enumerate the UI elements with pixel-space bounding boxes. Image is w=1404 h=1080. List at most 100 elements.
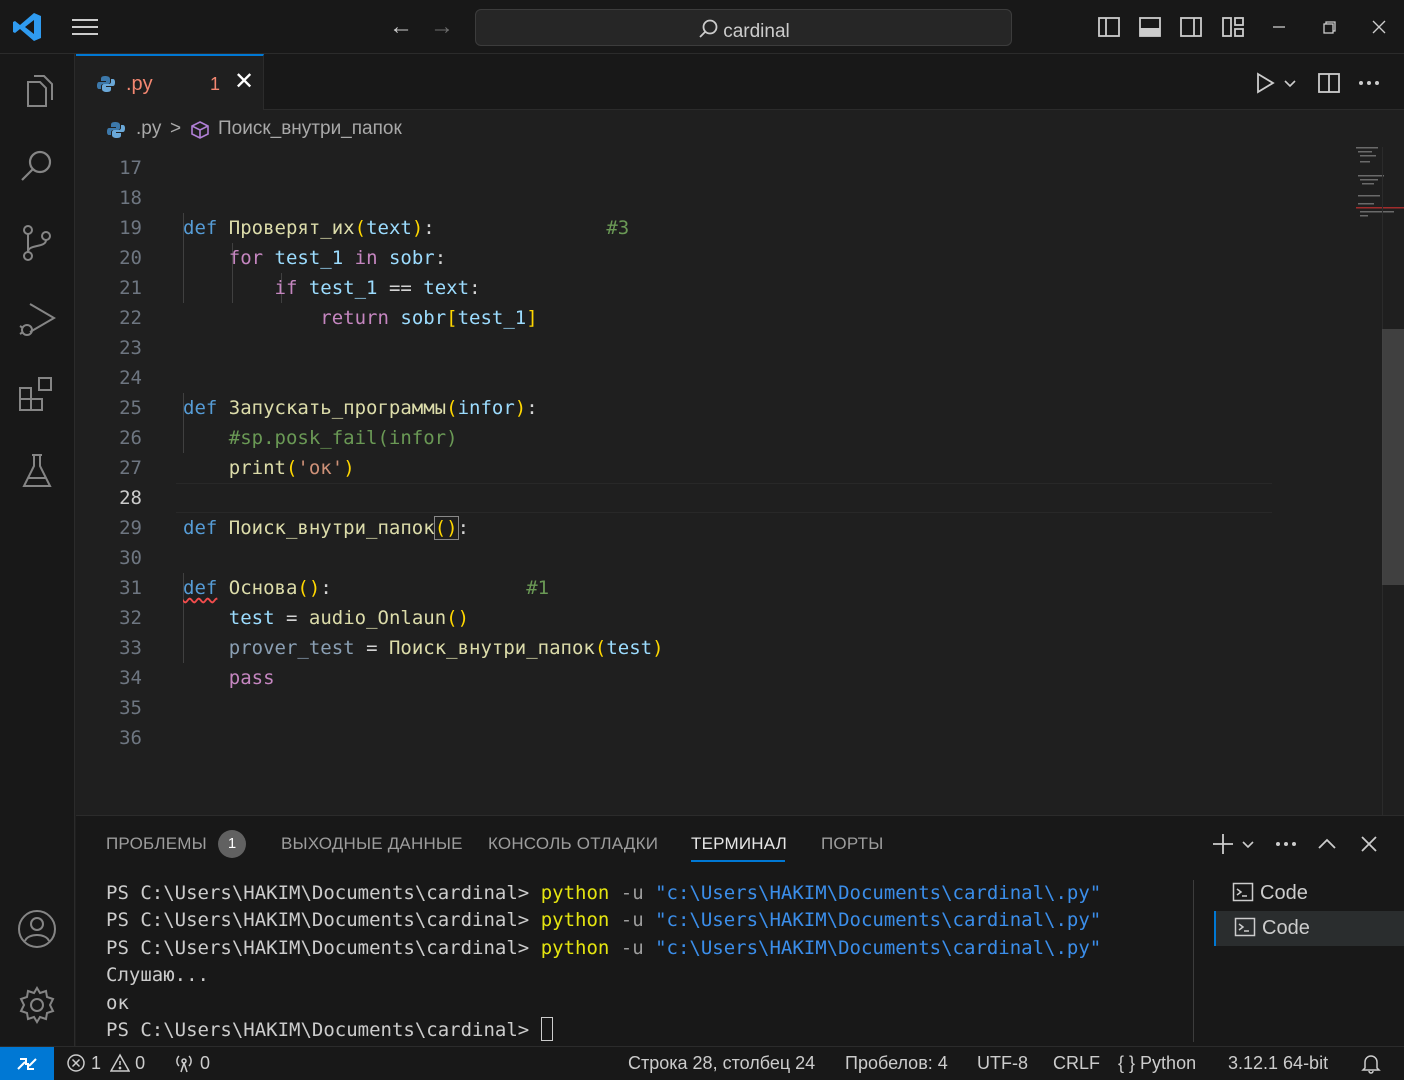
breadcrumb-separator: > [170,118,182,139]
terminal-dropdown-chevron-icon[interactable] [1238,830,1258,858]
symbol-method-icon [190,120,210,146]
terminal-icon [1232,882,1260,904]
line-number: 21 [119,277,142,299]
encoding-status[interactable]: UTF-8 [977,1053,1028,1074]
testing-flask-icon[interactable] [16,450,58,492]
status-bar: 1 0 0 Строка 28, столбец 24 Пробелов: 4 … [0,1046,1404,1080]
breadcrumb-symbol[interactable]: Поиск_внутри_папок [218,118,402,140]
terminal-output-line: Слушаю... [106,964,209,987]
indentation-status[interactable]: Пробелов: 4 [845,1053,948,1074]
line-number: 17 [119,157,142,179]
cursor-position[interactable]: Строка 28, столбец 24 [628,1053,815,1074]
problems-status[interactable]: 1 0 [66,1053,145,1074]
activity-bar [0,54,75,1046]
notifications-bell-icon[interactable] [1360,1052,1382,1079]
search-text: cardinal [723,21,790,42]
python-interpreter[interactable]: 3.12.1 64-bit [1228,1053,1328,1074]
language-label: Python [1140,1053,1197,1073]
command-center-search[interactable]: cardinal [475,9,1012,46]
tab-terminal[interactable]: ТЕРМИНАЛ [691,834,787,854]
breadcrumb-file[interactable]: .py [136,118,161,140]
line-number: 24 [119,367,142,389]
language-mode[interactable]: { } Python [1118,1053,1196,1074]
close-panel-icon[interactable] [1356,830,1382,858]
line-number: 36 [119,727,142,749]
terminal-line: PS C:\Users\HAKIM\Documents\cardinal> py… [106,909,1102,932]
line-number: 35 [119,697,142,719]
line-number: 29 [119,517,142,539]
active-tab-indicator [691,860,785,862]
line-number: 30 [119,547,142,569]
eol-status[interactable]: CRLF [1053,1053,1100,1074]
extensions-icon[interactable] [16,374,58,416]
line-number: 22 [119,307,142,329]
tab-debug-console[interactable]: КОНСОЛЬ ОТЛАДКИ [488,834,658,854]
ports-status[interactable]: 0 [173,1053,210,1074]
toggle-secondary-sidebar-icon[interactable] [1178,14,1204,40]
line-number: 20 [119,247,142,269]
line-number: 19 [119,217,142,239]
search-icon [697,19,723,42]
maximize-panel-chevron-up-icon[interactable] [1314,830,1340,858]
tab-ports[interactable]: ПОРТЫ [821,834,883,854]
tab-problems[interactable]: ПРОБЛЕМЫ [106,834,207,854]
line-number: 32 [119,607,142,629]
explorer-icon[interactable] [16,72,58,114]
terminal-line: PS C:\Users\HAKIM\Documents\cardinal> py… [106,936,1102,959]
title-bar: ← → cardinal [0,0,1404,54]
tab-output[interactable]: ВЫХОДНЫЕ ДАННЫЕ [281,834,463,854]
search-view-icon[interactable] [16,146,58,188]
hamburger-menu-icon[interactable] [68,14,102,40]
run-dropdown-chevron-icon[interactable] [1280,70,1306,96]
problems-count-badge: 1 [218,830,246,858]
back-arrow-icon[interactable]: ← [387,14,415,40]
new-terminal-plus-icon[interactable] [1210,830,1236,858]
terminal-instance[interactable]: Code [1214,876,1404,911]
warning-count: 0 [135,1053,146,1073]
line-number: 18 [119,187,142,209]
terminal-split-divider[interactable] [1193,880,1194,1042]
python-file-icon [106,120,126,146]
settings-gear-icon[interactable] [16,984,58,1026]
line-number: 27 [119,457,142,479]
source-control-icon[interactable] [16,222,58,264]
remote-indicator[interactable] [0,1047,54,1080]
terminal-instances-list: Code Code [1214,876,1404,946]
bottom-panel: ПРОБЛЕМЫ 1 ВЫХОДНЫЕ ДАННЫЕ КОНСОЛЬ ОТЛАД… [76,815,1404,1046]
close-window-icon[interactable] [1366,14,1392,40]
editor-scrollbar[interactable] [1382,329,1404,585]
python-file-icon [96,74,116,99]
code-editor[interactable]: 17 18 def Проверят_их(text): #3 19 for t… [76,147,1404,815]
terminal-prompt-line: PS C:\Users\HAKIM\Documents\cardinal> [106,1016,1101,1044]
run-debug-icon[interactable] [16,298,58,340]
toggle-panel-icon[interactable] [1137,14,1163,40]
terminal-line: PS C:\Users\HAKIM\Documents\cardinal> py… [106,882,1102,904]
terminal-cursor [540,1016,553,1041]
terminal-output[interactable]: PS C:\Users\HAKIM\Documents\cardinal> py… [106,880,1101,1044]
terminal-output-line: ок [106,991,129,1014]
split-editor-icon[interactable] [1316,70,1342,96]
broadcast-icon [173,1053,195,1073]
line-number: 31 [119,577,142,599]
line-number: 25 [119,397,142,419]
breadcrumb: .py > Поиск_внутри_папок [76,111,1404,147]
line-number: 23 [119,337,142,359]
restore-icon[interactable] [1316,14,1342,40]
line-number: 33 [119,637,142,659]
line-number: 26 [119,427,142,449]
vscode-logo-icon [10,10,44,44]
tab-label: .py [126,73,153,95]
line-number: 34 [119,667,142,689]
panel-more-icon[interactable] [1273,830,1299,858]
tab-close-icon[interactable]: ✕ [232,70,256,94]
more-actions-icon[interactable] [1356,70,1382,96]
run-file-icon[interactable] [1252,70,1278,96]
toggle-primary-sidebar-icon[interactable] [1096,14,1122,40]
tab-py-file[interactable]: .py 1 ✕ [76,54,264,110]
forward-arrow-icon[interactable]: → [428,14,456,40]
terminal-instance-active[interactable]: Code [1214,911,1404,946]
customize-layout-icon[interactable] [1220,14,1246,40]
accounts-icon[interactable] [16,908,58,950]
braces-icon: { } [1118,1053,1136,1073]
minimize-icon[interactable] [1266,14,1292,40]
